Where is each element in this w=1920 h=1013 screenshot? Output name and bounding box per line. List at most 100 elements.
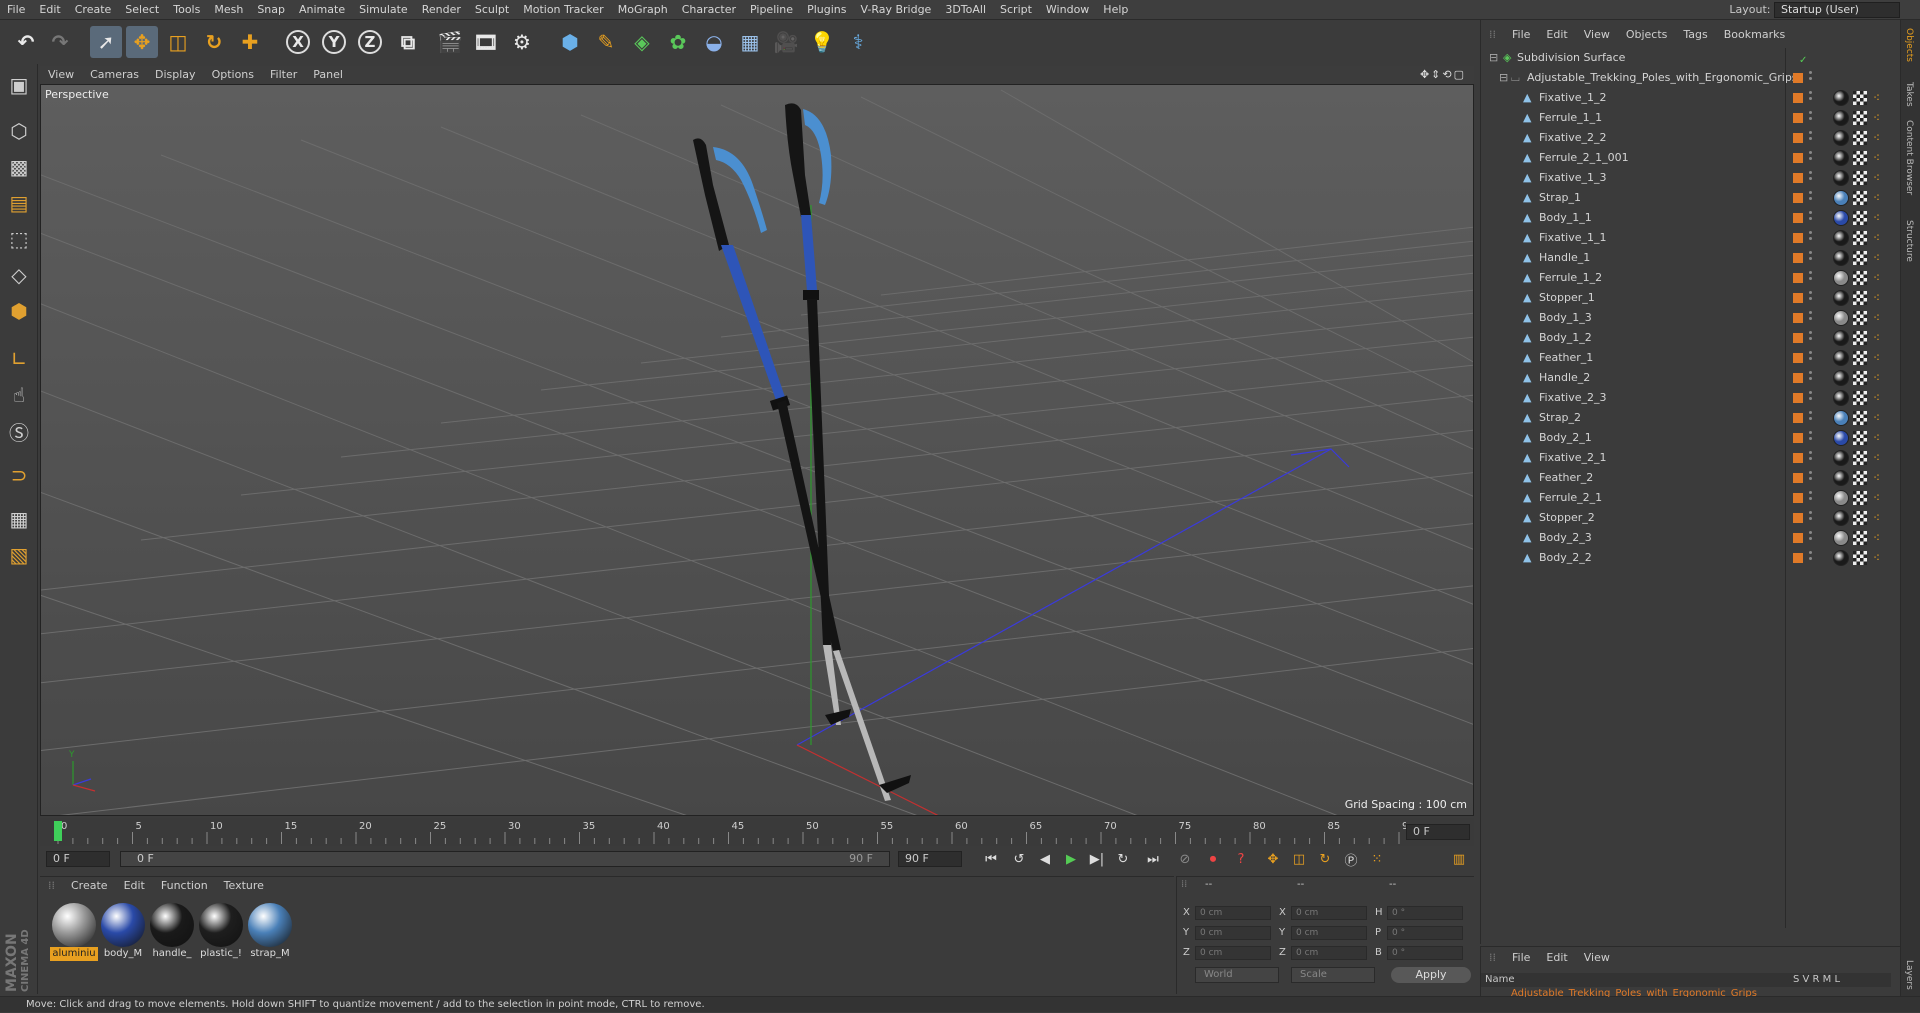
next-key-icon[interactable]: ↻ [1112, 849, 1134, 869]
material-tag-icon[interactable] [1833, 350, 1849, 366]
layer-color-swatch[interactable] [1793, 473, 1803, 483]
size-y-field[interactable]: 0 cm [1291, 926, 1367, 940]
menu-pipeline[interactable]: Pipeline [743, 0, 800, 20]
visibility-dots-icon[interactable] [1809, 551, 1813, 565]
go-to-end-icon[interactable]: ⏭ [1142, 849, 1164, 869]
uvw-tag-icon[interactable] [1853, 131, 1867, 145]
viewport-menu-panel[interactable]: Panel [305, 66, 351, 84]
visibility-dots-icon[interactable] [1809, 191, 1813, 205]
scale-tool-icon[interactable]: ◫ [162, 26, 194, 58]
tree-row-object[interactable]: ▲ Fixative_2_3 ⁖ [1481, 388, 1901, 408]
tree-row-object[interactable]: ▲ Ferrule_2_1 ⁖ [1481, 488, 1901, 508]
visibility-dots-icon[interactable] [1809, 391, 1813, 405]
uvw-tag-icon[interactable] [1853, 451, 1867, 465]
visibility-dots-icon[interactable] [1809, 351, 1813, 365]
uvw-tag-icon[interactable] [1853, 511, 1867, 525]
phong-tag-icon[interactable]: ⁖ [1873, 131, 1887, 145]
uvw-tag-icon[interactable] [1853, 111, 1867, 125]
cube-primitive-icon[interactable]: ⬢ [554, 26, 586, 58]
menu-sculpt[interactable]: Sculpt [468, 0, 516, 20]
material-tag-icon[interactable] [1833, 310, 1849, 326]
phong-tag-icon[interactable]: ⁖ [1873, 291, 1887, 305]
axis-mode-icon[interactable]: ∟ [3, 344, 35, 374]
timeline-ruler[interactable]: 051015202530354045505560657075808590 0 F [40, 818, 1474, 846]
material-swatch[interactable]: handle_ [148, 903, 196, 963]
material-tag-icon[interactable] [1833, 210, 1849, 226]
record-keys-icon[interactable]: ⊘ [1174, 849, 1196, 869]
redo-icon[interactable]: ↷ [44, 26, 76, 58]
material-menu-edit[interactable]: Edit [116, 877, 153, 895]
axis-z-button[interactable]: Z [354, 26, 386, 58]
phong-tag-icon[interactable]: ⁖ [1873, 91, 1887, 105]
material-tag-icon[interactable] [1833, 450, 1849, 466]
visibility-dots-icon[interactable] [1809, 491, 1813, 505]
phong-tag-icon[interactable]: ⁖ [1873, 151, 1887, 165]
uvw-tag-icon[interactable] [1853, 491, 1867, 505]
phong-tag-icon[interactable]: ⁖ [1873, 251, 1887, 265]
visibility-dots-icon[interactable] [1809, 91, 1813, 105]
layer-menu-view[interactable]: View [1576, 949, 1618, 967]
uvw-tag-icon[interactable] [1853, 191, 1867, 205]
pen-spline-icon[interactable]: ✎ [590, 26, 622, 58]
viewport-nav-icons[interactable]: ✥⇕⟲▢ [1420, 66, 1466, 84]
layer-color-swatch[interactable] [1793, 133, 1803, 143]
tab-objects[interactable]: Objects [1904, 28, 1914, 62]
deformer-icon[interactable]: ◒ [698, 26, 730, 58]
layer-menu-edit[interactable]: Edit [1538, 949, 1575, 967]
workplane-lock-icon[interactable]: ▦ [3, 504, 35, 534]
tree-row-object[interactable]: ▲ Body_2_3 ⁖ [1481, 528, 1901, 548]
material-tag-icon[interactable] [1833, 370, 1849, 386]
material-tag-icon[interactable] [1833, 550, 1849, 566]
menu-render[interactable]: Render [415, 0, 468, 20]
material-tag-icon[interactable] [1833, 510, 1849, 526]
uvw-tag-icon[interactable] [1853, 291, 1867, 305]
tab-layers[interactable]: Layers [1904, 960, 1914, 990]
tree-row-object[interactable]: ▲ Strap_1 ⁖ [1481, 188, 1901, 208]
material-swatch[interactable]: body_M [99, 903, 147, 963]
menu-character[interactable]: Character [675, 0, 743, 20]
uvw-tag-icon[interactable] [1853, 471, 1867, 485]
visibility-dots-icon[interactable] [1809, 131, 1813, 145]
floor-icon[interactable]: ▦ [734, 26, 766, 58]
material-tag-icon[interactable] [1833, 470, 1849, 486]
visibility-dots-icon[interactable] [1809, 311, 1813, 325]
layer-color-swatch[interactable] [1793, 153, 1803, 163]
points-mode-icon[interactable]: ⬚ [3, 224, 35, 254]
expand-icon[interactable]: ⊟ [1489, 52, 1500, 63]
phong-tag-icon[interactable]: ⁖ [1873, 331, 1887, 345]
layer-row[interactable]: Adjustable_Trekking_Poles_with_Ergonomic… [1481, 987, 1891, 997]
material-tag-icon[interactable] [1833, 290, 1849, 306]
texture-mode-icon[interactable]: ▩ [3, 152, 35, 182]
layer-color-swatch[interactable] [1793, 533, 1803, 543]
axis-x-button[interactable]: X [282, 26, 314, 58]
menu-tools[interactable]: Tools [166, 0, 207, 20]
phong-tag-icon[interactable]: ⁖ [1873, 111, 1887, 125]
rot-b-field[interactable]: 0 ° [1387, 946, 1463, 960]
layer-color-swatch[interactable] [1793, 373, 1803, 383]
menu-file[interactable]: File [0, 0, 32, 20]
phong-tag-icon[interactable]: ⁖ [1873, 171, 1887, 185]
menu-mograph[interactable]: MoGraph [611, 0, 675, 20]
coordinate-system-icon[interactable]: ⧉ [392, 26, 424, 58]
tab-structure[interactable]: Structure [1904, 220, 1914, 262]
tree-row-object[interactable]: ▲ Fixative_1_3 ⁖ [1481, 168, 1901, 188]
timeline-window-icon[interactable]: ▥ [1448, 849, 1470, 869]
layer-color-swatch[interactable] [1793, 553, 1803, 563]
rotate-tool-icon[interactable]: ↻ [198, 26, 230, 58]
python-icon[interactable]: ⚕ [842, 26, 874, 58]
pos-x-field[interactable]: 0 cm [1195, 906, 1271, 920]
viewport-menu-display[interactable]: Display [147, 66, 204, 84]
menu-3dtoall[interactable]: 3DToAll [938, 0, 993, 20]
uvw-tag-icon[interactable] [1853, 231, 1867, 245]
layer-color-swatch[interactable] [1793, 493, 1803, 503]
tree-row-object[interactable]: ▲ Fixative_1_1 ⁖ [1481, 228, 1901, 248]
phong-tag-icon[interactable]: ⁖ [1873, 371, 1887, 385]
tree-row-subdivision[interactable]: ⊟ ◈ Subdivision Surface ✓ [1481, 48, 1901, 68]
visibility-dots-icon[interactable] [1809, 71, 1813, 85]
render-picture-viewer-icon[interactable]: 🎞 [470, 26, 502, 58]
solo-mode-icon[interactable]: Ⓢ [3, 416, 35, 446]
tree-row-object[interactable]: ▲ Stopper_1 ⁖ [1481, 288, 1901, 308]
tree-row-object[interactable]: ▲ Body_2_2 ⁖ [1481, 548, 1901, 568]
visibility-dots-icon[interactable] [1809, 251, 1813, 265]
layer-color-swatch[interactable] [1793, 293, 1803, 303]
